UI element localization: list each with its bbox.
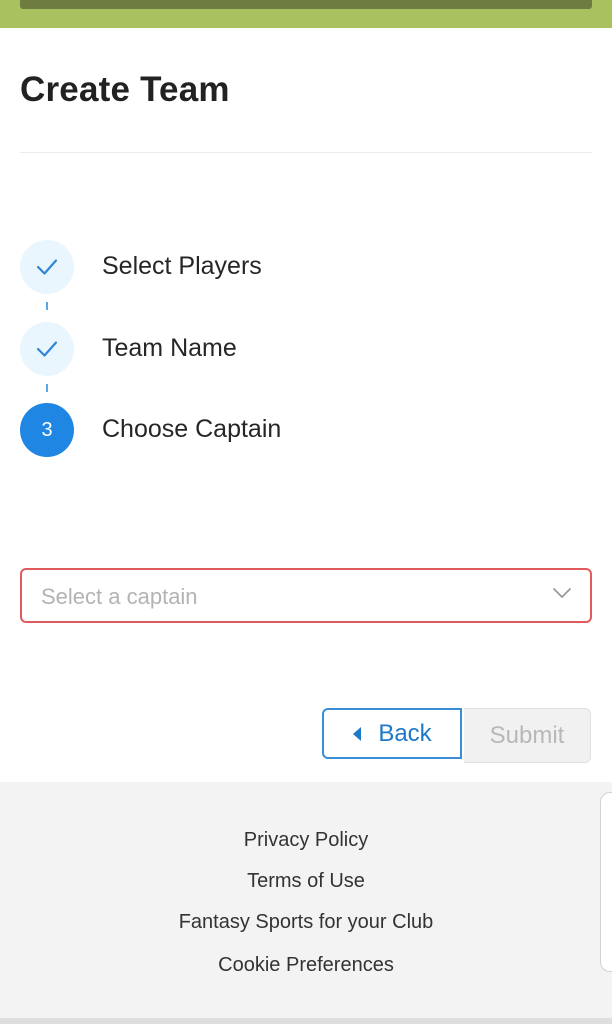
bottom-edge — [0, 1018, 612, 1024]
back-button[interactable]: Back — [322, 708, 462, 759]
footer: Privacy Policy Terms of Use Fantasy Spor… — [0, 782, 612, 1024]
step-connector — [46, 302, 48, 310]
top-banner — [0, 0, 612, 28]
terms-of-use-link[interactable]: Terms of Use — [0, 870, 612, 893]
step-complete-badge — [20, 240, 74, 294]
step-complete-badge — [20, 322, 74, 376]
check-icon — [36, 341, 58, 357]
side-tab-handle[interactable] — [600, 792, 612, 972]
page-title: Create Team — [20, 70, 230, 109]
title-divider — [20, 152, 592, 153]
captain-select-placeholder: Select a captain — [41, 584, 198, 609]
submit-button[interactable]: Submit — [464, 708, 591, 763]
banner-image — [20, 0, 592, 9]
step-team-name: Team Name — [20, 322, 580, 376]
cookie-preferences-link[interactable]: Cookie Preferences — [0, 954, 612, 977]
back-button-label: Back — [378, 719, 432, 747]
step-choose-captain: 3 Choose Captain — [20, 403, 580, 457]
step-label: Select Players — [102, 252, 262, 280]
caret-left-icon — [353, 726, 362, 741]
step-label: Team Name — [102, 334, 237, 362]
step-number: 3 — [41, 418, 53, 441]
fantasy-sports-link[interactable]: Fantasy Sports for your Club — [0, 911, 612, 934]
step-number-badge: 3 — [20, 403, 74, 457]
step-select-players: Select Players — [20, 240, 580, 294]
captain-select[interactable]: Select a captain — [20, 568, 592, 623]
privacy-policy-link[interactable]: Privacy Policy — [0, 829, 612, 852]
chevron-down-icon[interactable] — [552, 586, 572, 600]
step-label: Choose Captain — [102, 415, 282, 443]
step-connector — [46, 384, 48, 392]
check-icon — [36, 259, 58, 275]
